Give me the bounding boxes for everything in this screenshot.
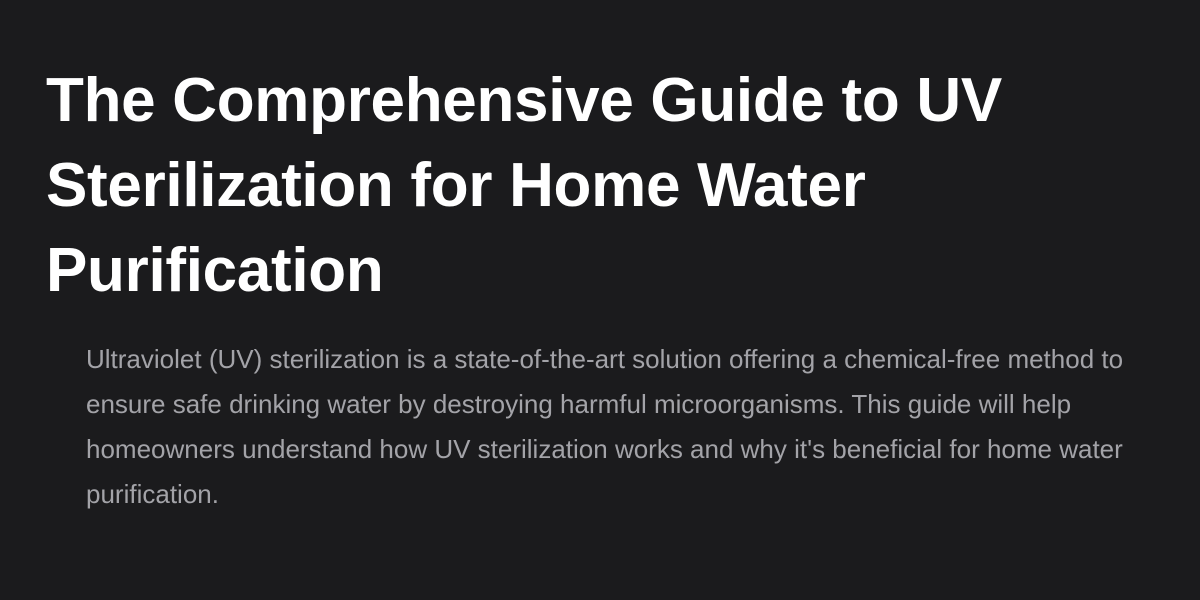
article-page: The Comprehensive Guide to UV Sterilizat…	[0, 0, 1200, 600]
intro-paragraph: Ultraviolet (UV) sterilization is a stat…	[86, 344, 1124, 509]
page-title: The Comprehensive Guide to UV Sterilizat…	[46, 66, 1002, 305]
